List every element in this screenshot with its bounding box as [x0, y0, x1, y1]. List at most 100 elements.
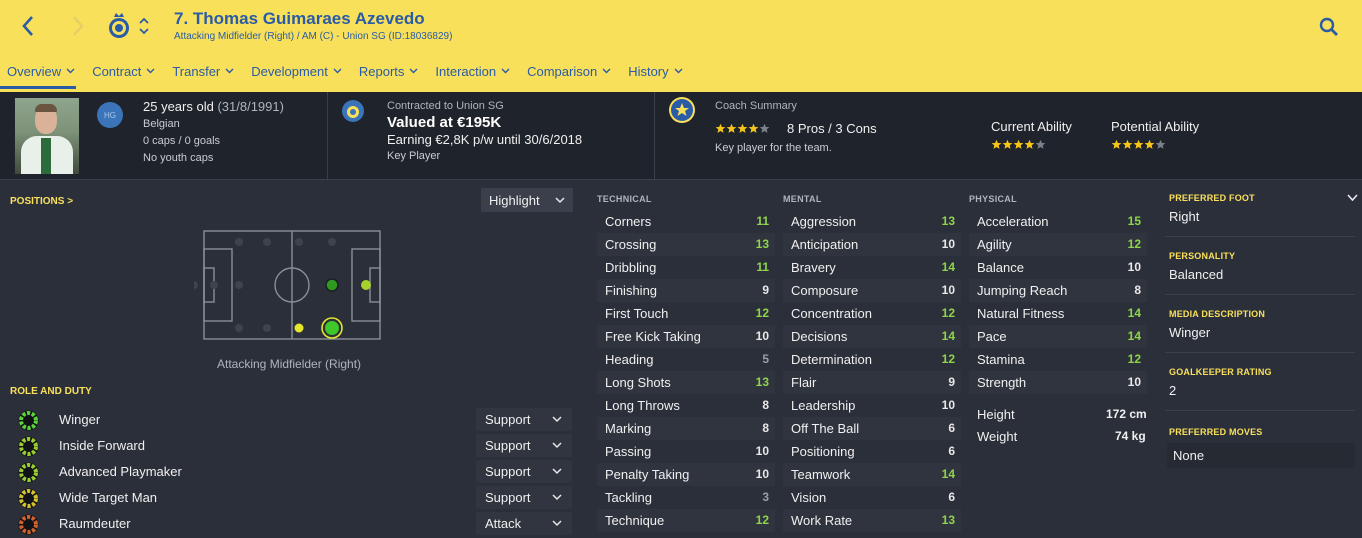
mental-attribute-row[interactable]: Positioning 6 [783, 440, 961, 463]
duty-dropdown[interactable]: Attack [476, 512, 572, 535]
player-name-title: 7. Thomas Guimaraes Azevedo [174, 9, 425, 28]
attribute-value: 9 [948, 375, 955, 389]
attribute-value: 6 [948, 421, 955, 435]
star-filled-icon [715, 123, 726, 133]
mental-attribute-row[interactable]: Flair 9 [783, 371, 961, 394]
pros-cons-link[interactable]: 8 Pros / 3 Cons [787, 121, 877, 136]
duty-dropdown[interactable]: Support [476, 460, 572, 483]
technical-attribute-row[interactable]: Long Throws 8 [597, 394, 775, 417]
role-row[interactable]: Wide Target Man Support [0, 485, 580, 511]
chevron-down-icon[interactable] [1347, 194, 1358, 202]
tab-development[interactable]: Development [251, 62, 342, 80]
attribute-name: Corners [605, 214, 652, 229]
tab-overview[interactable]: Overview [7, 62, 75, 80]
attribute-value: 12 [941, 306, 955, 320]
nationality[interactable]: Belgian [143, 118, 180, 130]
technical-attribute-row[interactable]: Passing 10 [597, 440, 775, 463]
tab-reports[interactable]: Reports [359, 62, 419, 80]
role-row[interactable]: Advanced Playmaker Support [0, 459, 580, 485]
star-filled-icon [991, 139, 1002, 149]
technical-attribute-row[interactable]: Marking 8 [597, 417, 775, 440]
role-row[interactable]: Inside Forward Support [0, 433, 580, 459]
duty-value: Attack [485, 516, 522, 531]
mental-attribute-row[interactable]: Composure 10 [783, 279, 961, 302]
attribute-value: 12 [755, 306, 769, 320]
tab-interaction[interactable]: Interaction [435, 62, 510, 80]
main-position-label: Attacking Midfielder (Right) [217, 357, 362, 371]
mental-attribute-row[interactable]: Off The Ball 6 [783, 417, 961, 440]
main-position-dot [325, 321, 339, 335]
back-arrow-icon[interactable] [16, 14, 40, 38]
attribute-value: 11 [756, 214, 769, 228]
personality-value: Balanced [1169, 267, 1224, 282]
attribute-name: Teamwork [791, 467, 851, 482]
attribute-value: 14 [941, 467, 955, 481]
tab-transfer[interactable]: Transfer [172, 62, 234, 80]
duty-dropdown[interactable]: Support [476, 408, 572, 431]
mental-attribute-row[interactable]: Teamwork 14 [783, 463, 961, 486]
physical-attribute-row[interactable]: Agility 12 [969, 233, 1147, 256]
physical-attribute-row[interactable]: Natural Fitness 14 [969, 302, 1147, 325]
search-icon[interactable] [1318, 16, 1340, 38]
mental-attribute-row[interactable]: Work Rate 13 [783, 509, 961, 532]
technical-attribute-row[interactable]: Penalty Taking 10 [597, 463, 775, 486]
technical-attribute-row[interactable]: Finishing 9 [597, 279, 775, 302]
mental-attribute-row[interactable]: Aggression 13 [783, 210, 961, 233]
star-filled-icon [1122, 139, 1133, 149]
attribute-name: Long Throws [605, 398, 680, 413]
physical-attribute-row[interactable]: Acceleration 15 [969, 210, 1147, 233]
chevron-down-icon [66, 68, 75, 74]
player-photo [15, 98, 79, 174]
technical-attribute-row[interactable]: Free Kick Taking 10 [597, 325, 775, 348]
technical-attribute-row[interactable]: Technique 12 [597, 509, 775, 532]
positions-link[interactable]: POSITIONS > [10, 196, 73, 207]
preferred-moves-list: None [1167, 443, 1355, 468]
technical-attribute-row[interactable]: Dribbling 11 [597, 256, 775, 279]
mental-attribute-row[interactable]: Vision 6 [783, 486, 961, 509]
technical-attribute-row[interactable]: First Touch 12 [597, 302, 775, 325]
attribute-name: Leadership [791, 398, 856, 413]
attribute-value: 13 [755, 375, 769, 389]
mental-attribute-row[interactable]: Leadership 10 [783, 394, 961, 417]
tab-history[interactable]: History [628, 62, 683, 80]
chevron-down-icon [552, 416, 562, 423]
physical-attribute-row[interactable]: Pace 14 [969, 325, 1147, 348]
role-name: Winger [59, 412, 101, 427]
star-filled-icon [726, 123, 737, 133]
forward-arrow-icon[interactable] [66, 14, 90, 38]
role-row[interactable]: Winger Support [0, 407, 580, 433]
attribute-name: Acceleration [977, 214, 1049, 229]
duty-dropdown[interactable]: Support [476, 434, 572, 457]
technical-attribute-row[interactable]: Long Shots 13 [597, 371, 775, 394]
attribute-value: 10 [755, 467, 769, 481]
club-badge-icon[interactable] [342, 100, 364, 122]
duty-dropdown[interactable]: Support [476, 486, 572, 509]
mental-attribute-row[interactable]: Concentration 12 [783, 302, 961, 325]
physical-attribute-row[interactable]: Stamina 12 [969, 348, 1147, 371]
club-crest-icon[interactable] [106, 12, 132, 40]
technical-attribute-row[interactable]: Tackling 3 [597, 486, 775, 509]
contract-club[interactable]: Contracted to Union SG [387, 100, 504, 112]
attribute-name: Bravery [791, 260, 836, 275]
mental-attribute-row[interactable]: Anticipation 10 [783, 233, 961, 256]
tab-contract[interactable]: Contract [92, 62, 155, 80]
technical-attribute-row[interactable]: Corners 11 [597, 210, 775, 233]
chevron-down-icon [552, 468, 562, 475]
physical-attribute-row[interactable]: Balance 10 [969, 256, 1147, 279]
physical-attribute-row[interactable]: Jumping Reach 8 [969, 279, 1147, 302]
highlight-dropdown[interactable]: Highlight [481, 188, 573, 212]
player-subtitle[interactable]: Attacking Midfielder (Right) / AM (C) - … [174, 31, 452, 42]
attribute-value: 5 [762, 352, 769, 366]
chevron-down-icon [501, 68, 510, 74]
crest-switch-chevrons-icon[interactable] [138, 14, 150, 38]
technical-attribute-row[interactable]: Heading 5 [597, 348, 775, 371]
physical-attribute-row[interactable]: Strength 10 [969, 371, 1147, 394]
mental-attribute-row[interactable]: Decisions 14 [783, 325, 961, 348]
role-row[interactable]: Raumdeuter Attack [0, 511, 580, 537]
goalkeeper-rating-value: 2 [1169, 383, 1177, 398]
mental-attribute-row[interactable]: Bravery 14 [783, 256, 961, 279]
technical-attribute-row[interactable]: Crossing 13 [597, 233, 775, 256]
tab-comparison[interactable]: Comparison [527, 62, 611, 80]
mental-attribute-row[interactable]: Determination 12 [783, 348, 961, 371]
star-filled-icon [1002, 139, 1013, 149]
